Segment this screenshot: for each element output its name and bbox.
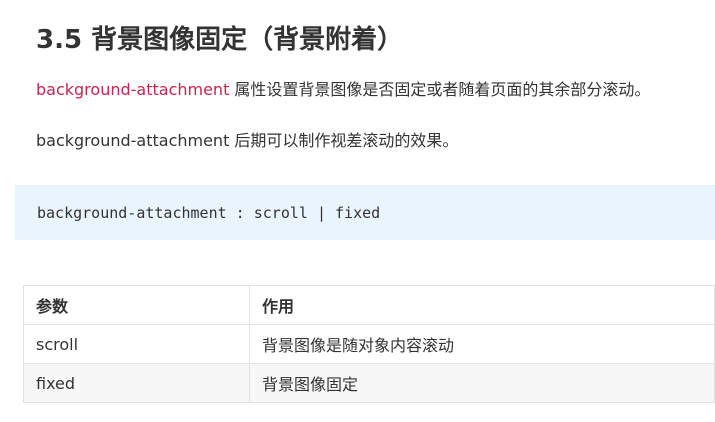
property-name: background-attachment: [36, 80, 230, 99]
parameter-table: 参数 作用 scroll 背景图像是随对象内容滚动 fixed 背景图像固定: [23, 285, 715, 403]
header-effect: 作用: [249, 285, 715, 325]
table-row: scroll 背景图像是随对象内容滚动: [23, 324, 715, 364]
table-header-row: 参数 作用: [23, 285, 715, 325]
table-row: fixed 背景图像固定: [23, 363, 715, 403]
param-cell: scroll: [23, 324, 250, 364]
effect-cell: 背景图像是随对象内容滚动: [249, 324, 715, 364]
code-block: background-attachment : scroll | fixed: [15, 185, 715, 240]
parallax-note: background-attachment 后期可以制作视差滚动的效果。: [36, 131, 459, 150]
header-param: 参数: [23, 285, 250, 325]
section-title: 3.5 背景图像固定（背景附着）: [36, 25, 404, 55]
param-cell: fixed: [23, 363, 250, 403]
description-paragraph: background-attachment 属性设置背景图像是否固定或者随着页面…: [36, 78, 650, 102]
description-text: 属性设置背景图像是否固定或者随着页面的其余部分滚动。: [229, 80, 651, 99]
effect-cell: 背景图像固定: [249, 363, 715, 403]
code-syntax: background-attachment : scroll | fixed: [37, 204, 381, 222]
